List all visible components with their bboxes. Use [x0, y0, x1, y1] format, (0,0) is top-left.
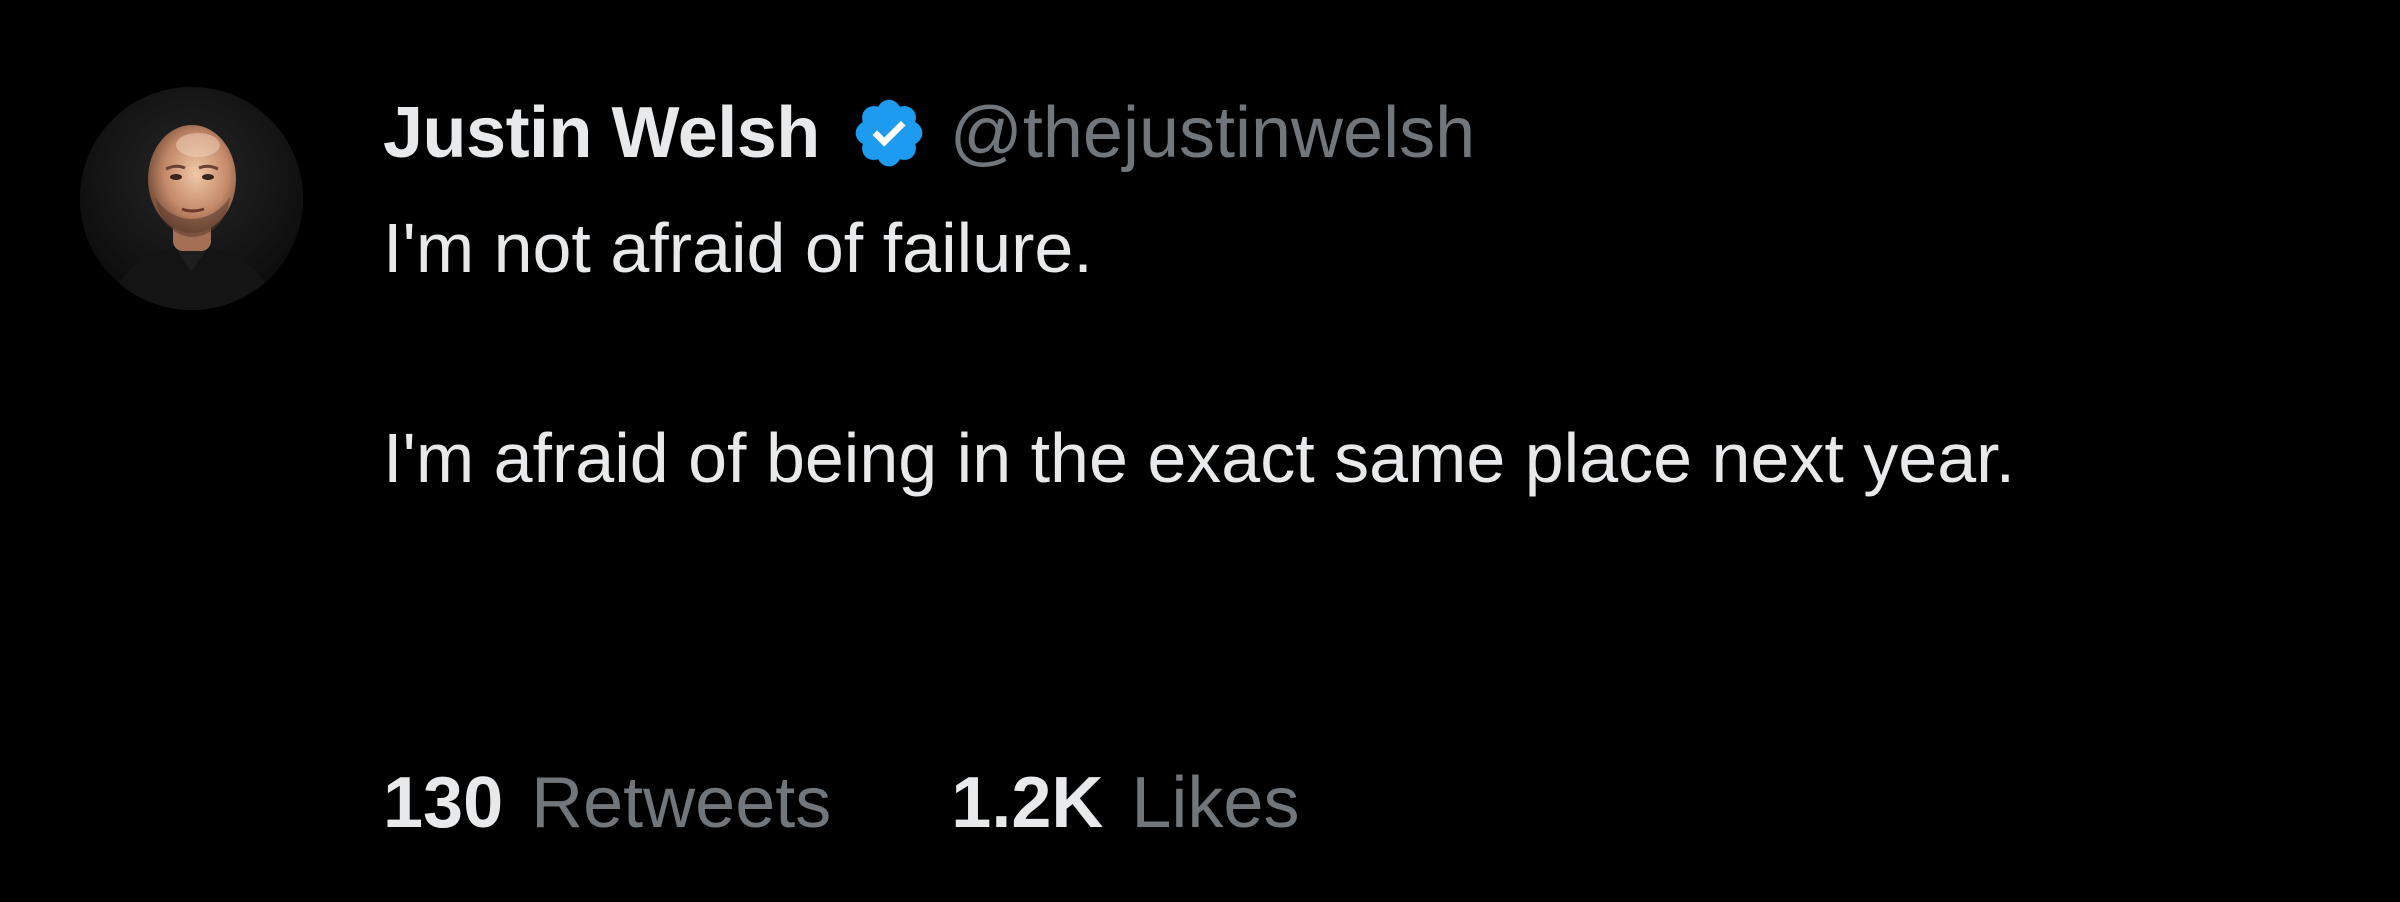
likes-stat[interactable]: 1.2K Likes [951, 762, 1299, 844]
likes-count: 1.2K [951, 763, 1104, 843]
retweets-label: Retweets [531, 763, 832, 843]
likes-label: Likes [1131, 763, 1300, 843]
user-handle[interactable]: @thejustinwelsh [950, 92, 1475, 174]
retweets-stat[interactable]: 130 Retweets [383, 762, 831, 844]
display-name[interactable]: Justin Welsh [383, 92, 820, 174]
tweet-header: Justin Welsh @thejustinwelsh [383, 88, 1475, 178]
tweet-card[interactable]: Justin Welsh @thejustinwelsh I'm not afr… [0, 0, 2400, 902]
avatar-image [80, 87, 303, 310]
avatar[interactable] [80, 87, 303, 310]
verified-badge-icon [850, 94, 928, 172]
tweet-text-line-2: I'm afraid of being in the exact same pl… [383, 419, 2016, 497]
tweet-text-line-1: I'm not afraid of failure. [383, 209, 1093, 287]
retweets-count: 130 [383, 763, 504, 843]
tweet-stats: 130 Retweets 1.2K Likes [383, 762, 1299, 844]
